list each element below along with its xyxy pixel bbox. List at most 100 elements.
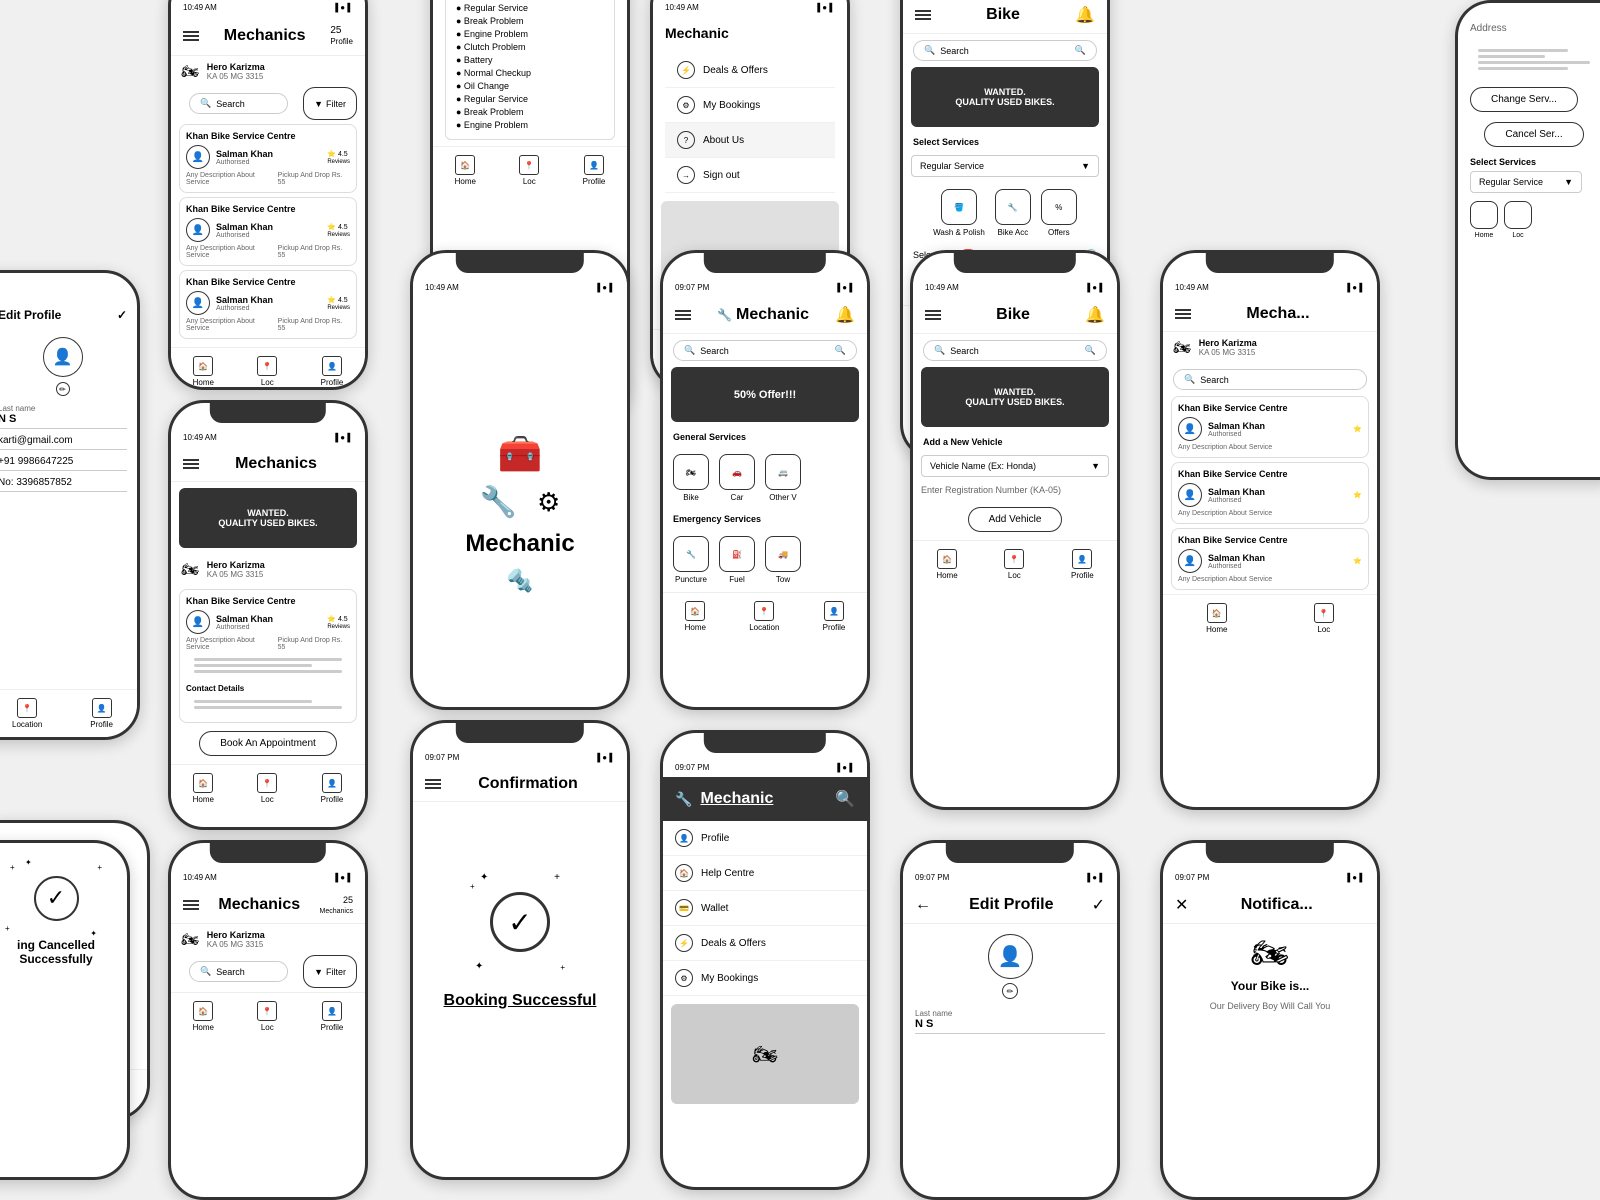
hamburger-s12[interactable] <box>1175 309 1191 319</box>
search-bar-s6[interactable]: 🔍Search🔍 <box>913 40 1097 61</box>
hamburger-s10[interactable] <box>675 310 691 320</box>
search-input-s3[interactable]: 🔍Search <box>189 93 288 114</box>
nav-loc-s8[interactable]: 📍Loc <box>257 773 277 804</box>
nav-home-s3[interactable]: 🏠Home <box>193 356 214 387</box>
last-name-s17[interactable]: N S <box>915 1018 1105 1034</box>
nav-profile-s10[interactable]: 👤Profile <box>823 601 846 632</box>
bike-acc-icon[interactable]: 🔧 Bike Acc <box>995 189 1031 237</box>
other-vehicle-icon[interactable]: 🚐 Other V <box>765 454 801 502</box>
close-icon-s18[interactable]: ✕ <box>1175 895 1188 915</box>
nav-loc-s12[interactable]: 📍Loc <box>1314 603 1334 634</box>
notification-icon-s10[interactable]: 🔔 <box>835 305 855 325</box>
nav-home-s11[interactable]: 🏠Home <box>936 549 957 580</box>
service-item[interactable]: ● Normal Checkup <box>456 68 604 78</box>
services-dropdown-right[interactable]: Regular Service▼ <box>1470 171 1582 193</box>
offers-icon[interactable]: % Offers <box>1041 189 1077 237</box>
nav-home-s10[interactable]: 🏠Home <box>685 601 706 632</box>
menu-deals-s16[interactable]: ⚡Deals & Offers <box>663 926 867 961</box>
email-field[interactable]: karti@gmail.com <box>0 435 127 450</box>
notification-icon-s11[interactable]: 🔔 <box>1085 305 1105 325</box>
bike-service-icon[interactable]: 🏍 Bike <box>673 454 709 502</box>
service-item[interactable]: ● Break Problem <box>456 107 604 117</box>
car-service-icon[interactable]: 🚗 Car <box>719 454 755 502</box>
search-bar-s10[interactable]: 🔍Search🔍 <box>673 340 857 361</box>
menu-bookings[interactable]: ⚙ My Bookings <box>665 88 835 123</box>
service-item[interactable]: ● Regular Service <box>456 94 604 104</box>
service-item[interactable]: ● Regular Service <box>456 3 604 13</box>
last-name-value[interactable]: N S <box>0 413 127 429</box>
edit-icon-s17[interactable]: ✏ <box>1002 983 1018 999</box>
hamburger-s11[interactable] <box>925 310 941 320</box>
nav-profile-s4[interactable]: 👤Profile <box>583 155 606 186</box>
contact-details-label: Contact Details <box>186 684 350 693</box>
nav-profile-ep[interactable]: 👤 Profile <box>90 698 113 729</box>
menu-deals[interactable]: ⚡ Deals & Offers <box>665 53 835 88</box>
nav-home-s14[interactable]: 🏠Home <box>193 1001 214 1032</box>
menu-signout[interactable]: → Sign out <box>665 158 835 193</box>
service-item[interactable]: ● Engine Problem <box>456 29 604 39</box>
service-dropdown[interactable]: Regular Service ▼ <box>911 155 1099 177</box>
hamburger-s8[interactable] <box>183 459 199 469</box>
hamburger-s6[interactable] <box>915 10 931 20</box>
vehicle-no-field[interactable]: No: 3396857852 <box>0 477 127 492</box>
menu-help-s16[interactable]: 🏠Help Centre <box>663 856 867 891</box>
hamburger-menu-s3[interactable] <box>183 31 199 41</box>
nav-home-s8[interactable]: 🏠Home <box>193 773 214 804</box>
nav-home-s12[interactable]: 🏠Home <box>1206 603 1227 634</box>
search-bar-s12[interactable]: 🔍Search <box>1173 369 1367 390</box>
service-item[interactable]: ● Clutch Problem <box>456 42 604 52</box>
tow-icon[interactable]: 🚚 Tow <box>765 536 801 584</box>
service-item[interactable]: ● Oil Change <box>456 81 604 91</box>
search-bar-s11[interactable]: 🔍Search🔍 <box>923 340 1107 361</box>
status-time-s11: 10:49 AM <box>925 283 959 292</box>
service-item[interactable]: ● Break Problem <box>456 16 604 26</box>
address-lines <box>1470 42 1598 77</box>
last-name-label-s17: Last name <box>915 1009 1105 1018</box>
avatar-2: 👤 <box>186 218 210 242</box>
mechanics-count-s3: 25Profile <box>330 25 353 47</box>
menu-wallet-s16[interactable]: 💳Wallet <box>663 891 867 926</box>
status-icons-s11: ▐ ● ▌ <box>1084 283 1105 292</box>
cancel-service-btn[interactable]: Cancel Ser... <box>1484 122 1583 147</box>
nav-profile-s11[interactable]: 👤Profile <box>1071 549 1094 580</box>
nav-loc-s4[interactable]: 📍Loc <box>519 155 539 186</box>
menu-profile-s16[interactable]: 👤Profile <box>663 821 867 856</box>
service-item[interactable]: ● Engine Problem <box>456 120 604 130</box>
nav-profile-s8[interactable]: 👤Profile <box>321 773 344 804</box>
search-input-s14[interactable]: 🔍Search <box>189 961 288 982</box>
hamburger-s15[interactable] <box>425 779 441 789</box>
filter-btn-s14[interactable]: ▼Filter <box>303 955 357 988</box>
avatar-r3: 👤 <box>1178 549 1202 573</box>
nav-home-s4[interactable]: 🏠Home <box>455 155 476 186</box>
confirm-icon-s17[interactable]: ✓ <box>1092 895 1105 915</box>
nav-loc-s11[interactable]: 📍Loc <box>1004 549 1024 580</box>
back-arrow-s17[interactable]: ← <box>915 896 931 914</box>
notification-icon-s6[interactable]: 🔔 <box>1075 5 1095 25</box>
nav-loc-s14[interactable]: 📍Loc <box>257 1001 277 1032</box>
icon-1-right[interactable]: Home <box>1470 201 1498 239</box>
edit-avatar-btn[interactable]: ✏ <box>56 382 70 396</box>
menu-about[interactable]: ? About Us <box>665 123 835 158</box>
add-vehicle-btn[interactable]: Add Vehicle <box>968 507 1063 532</box>
vehicle-name-dropdown[interactable]: Vehicle Name (Ex: Honda) ▼ <box>921 455 1109 477</box>
hamburger-s14[interactable] <box>183 900 199 910</box>
fuel-icon[interactable]: ⛽ Fuel <box>719 536 755 584</box>
nav-profile-s3[interactable]: 👤Profile <box>321 356 344 387</box>
change-service-btn[interactable]: Change Serv... <box>1470 87 1578 112</box>
nav-location-ep[interactable]: 📍 Location <box>12 698 42 729</box>
menu-bookings-s16[interactable]: ⚙My Bookings <box>663 961 867 996</box>
nav-loc-s3[interactable]: 📍Loc <box>257 356 277 387</box>
icon-2-right[interactable]: Loc <box>1504 201 1532 239</box>
nav-loc-s10[interactable]: 📍Location <box>749 601 779 632</box>
search-icon-s16[interactable]: 🔍 <box>835 789 855 809</box>
card-details-r3: Any Description About Service <box>1178 576 1362 583</box>
puncture-icon[interactable]: 🔧 Puncture <box>673 536 709 584</box>
filter-btn-s3[interactable]: ▼Filter <box>303 87 357 120</box>
wash-polish-icon[interactable]: 🪣 Wash & Polish <box>933 189 985 237</box>
nav-profile-s14[interactable]: 👤Profile <box>321 1001 344 1032</box>
service-item[interactable]: ● Battery <box>456 55 604 65</box>
phone-field[interactable]: +91 9986647225 <box>0 456 127 471</box>
status-time-s17: 09:07 PM <box>915 873 949 882</box>
book-appointment-btn[interactable]: Book An Appointment <box>199 731 337 756</box>
rating-r3: ⭐ <box>1353 557 1362 565</box>
